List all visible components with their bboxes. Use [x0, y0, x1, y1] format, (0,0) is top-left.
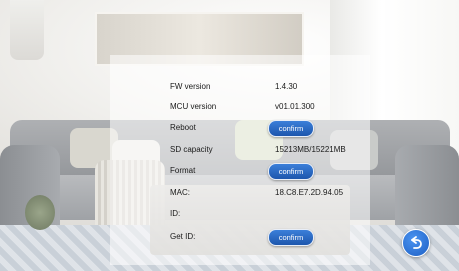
fw-version-value: 1.4.30 [275, 82, 298, 91]
format-label: Format [170, 166, 196, 175]
mcu-version-row: MCU version v01.01.300 [110, 99, 370, 119]
fw-version-row: FW version 1.4.30 [110, 79, 370, 99]
get-id-confirm-button[interactable]: confirm [268, 229, 314, 246]
reboot-label: Reboot [170, 123, 196, 132]
mac-value: 18.C8.E7.2D.94.05 [275, 188, 344, 197]
background-plant [25, 195, 55, 230]
mcu-version-label: MCU version [170, 102, 217, 111]
back-button[interactable] [402, 229, 430, 257]
device-info-panel: FW version 1.4.30 MCU version v01.01.300… [110, 55, 370, 265]
reboot-confirm-button[interactable]: confirm [268, 120, 314, 137]
mac-row: MAC: 18.C8.E7.2D.94.05 [110, 185, 370, 205]
sd-capacity-row: SD capacity 15213MB/15221MB [110, 142, 370, 162]
settings-screen: FW version 1.4.30 MCU version v01.01.300… [0, 0, 459, 271]
sd-capacity-label: SD capacity [170, 145, 213, 154]
format-row: Format confirm [110, 163, 370, 183]
get-id-row: Get ID: confirm [110, 229, 370, 249]
sd-capacity-value: 15213MB/15221MB [275, 145, 346, 154]
mac-label: MAC: [170, 188, 190, 197]
id-label: ID: [170, 209, 181, 218]
background-lamp [10, 0, 44, 60]
reboot-row: Reboot confirm [110, 120, 370, 140]
format-confirm-button[interactable]: confirm [268, 163, 314, 180]
back-arrow-icon [411, 236, 422, 249]
fw-version-label: FW version [170, 82, 211, 91]
background-sofa-arm-right [395, 145, 459, 235]
get-id-label: Get ID: [170, 232, 196, 241]
mcu-version-value: v01.01.300 [275, 102, 315, 111]
id-row: ID: [110, 206, 370, 226]
